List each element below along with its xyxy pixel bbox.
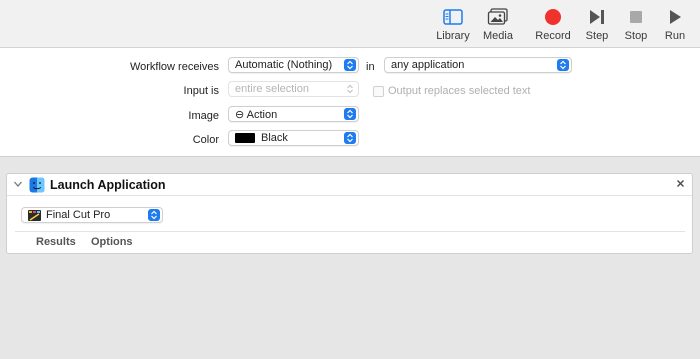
sidebar-icon [442,7,464,27]
record-icon [542,7,564,27]
library-button[interactable]: Library [428,7,478,42]
finder-icon [29,177,45,196]
workflow-receives-popup[interactable]: Automatic (Nothing) [228,57,359,73]
chevron-updown-icon [344,108,356,120]
output-replaces-label: Output replaces selected text [388,85,531,97]
tab-results[interactable]: Results [36,236,76,248]
workflow-receives-value: Automatic (Nothing) [235,59,333,71]
output-replaces-checkbox[interactable] [373,86,384,97]
play-icon [664,7,686,27]
color-label: Color [192,134,219,146]
run-button[interactable]: Run [650,7,700,42]
workflow-settings: Workflow receives Automatic (Nothing) in… [0,48,700,157]
input-is-popup[interactable]: entire selection [228,81,359,97]
launch-application-action: Launch Application Final Cut Pro Results… [6,173,693,254]
image-popup[interactable]: ⊖ Action [228,106,359,122]
media-label: Media [483,30,513,42]
step-icon [586,7,608,27]
action-header: Launch Application [7,174,692,196]
library-label: Library [436,30,470,42]
color-popup[interactable]: Black [228,130,359,146]
color-swatch [235,133,255,143]
record-label: Record [535,30,571,42]
image-value: ⊖ Action [235,108,278,121]
chevron-updown-icon [148,209,160,221]
final-cut-pro-icon [28,209,41,222]
record-button[interactable]: Record [528,7,578,42]
input-is-value: entire selection [235,83,309,95]
chevron-updown-icon [557,59,569,71]
in-label: in [366,61,375,73]
chevron-updown-icon [344,132,356,144]
action-title: Launch Application [50,178,166,192]
chevron-updown-icon [344,59,356,71]
step-label: Step [585,30,609,42]
footer-divider [15,231,685,232]
chevron-down-icon[interactable] [13,179,23,192]
application-value: any application [391,59,465,71]
stop-label: Stop [624,30,648,42]
application-select-value: Final Cut Pro [46,209,111,221]
image-label: Image [188,110,219,122]
tab-options[interactable]: Options [91,236,133,248]
application-popup[interactable]: any application [384,57,572,73]
media-button[interactable]: Media [473,7,523,42]
chevron-updown-icon [344,83,356,95]
workflow-receives-label: Workflow receives [129,61,219,73]
photos-icon [487,7,509,27]
input-is-label: Input is [183,85,219,97]
application-select-popup[interactable]: Final Cut Pro [21,207,163,223]
color-value: Black [261,132,288,144]
stop-icon [625,7,647,27]
run-label: Run [664,30,686,42]
toolbar: Library Media Record Step Stop Run [0,0,700,48]
close-icon[interactable] [676,179,685,191]
